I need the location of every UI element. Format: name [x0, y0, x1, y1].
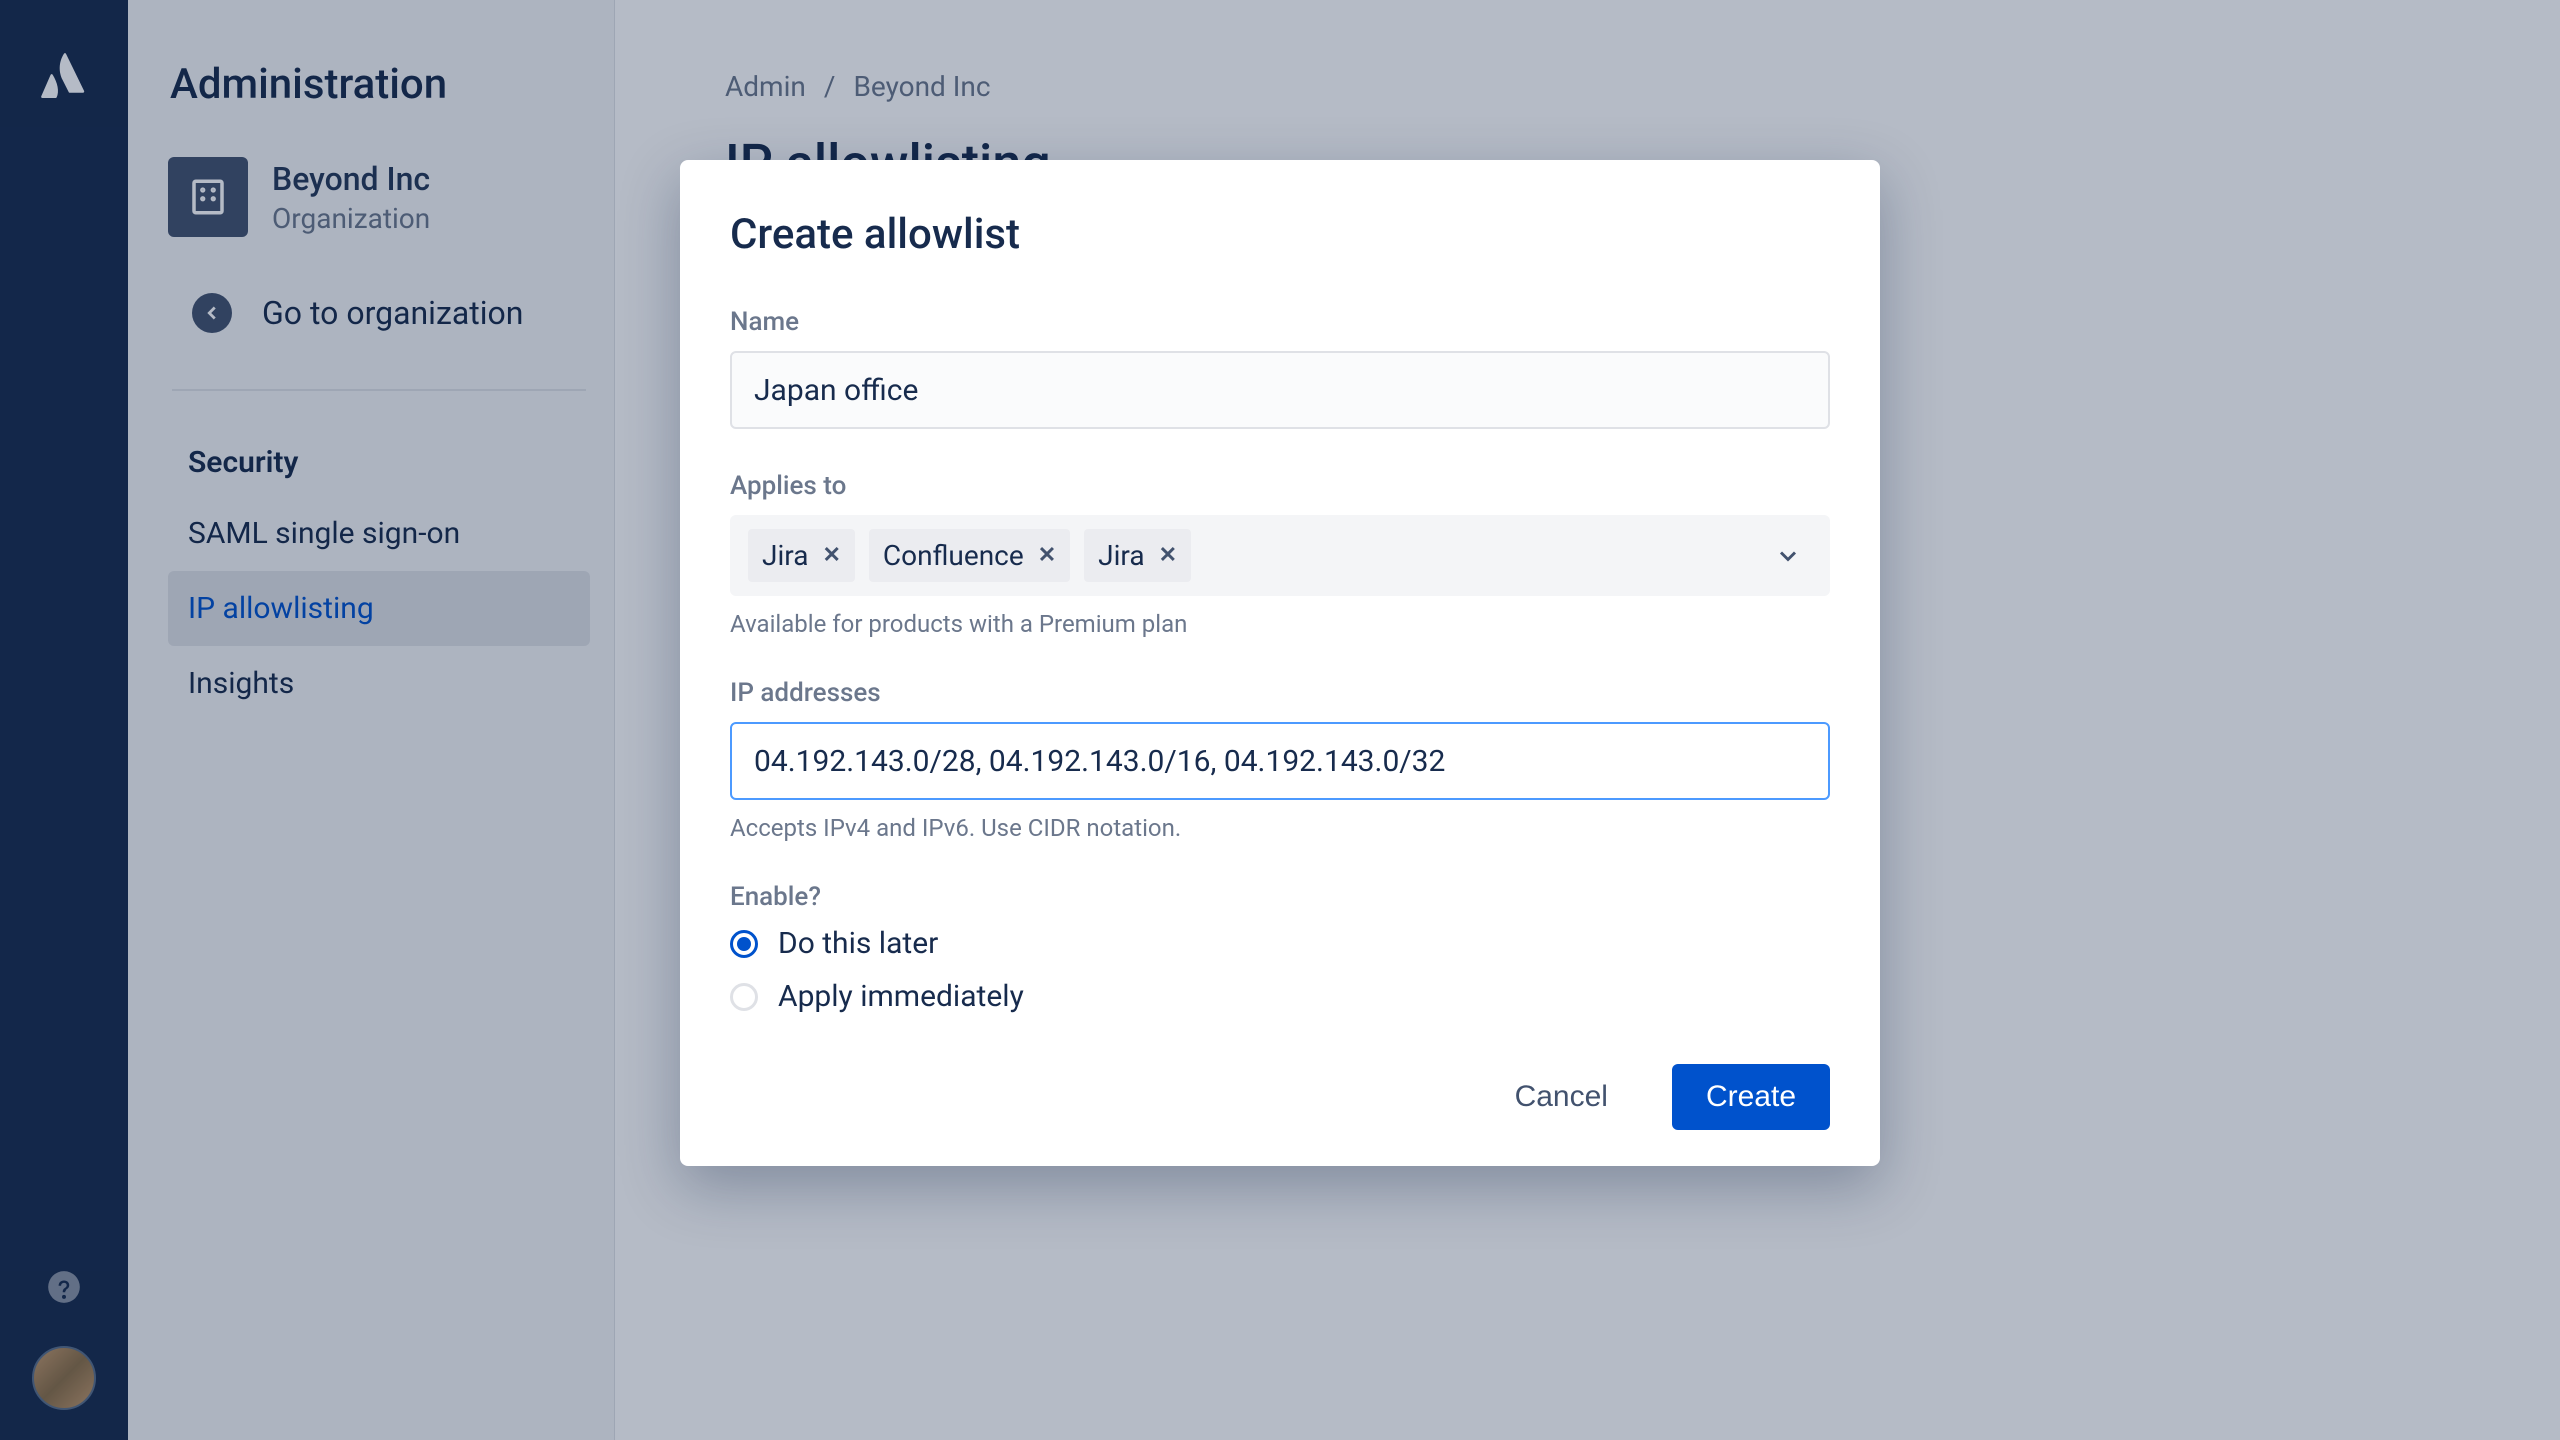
radio-label: Apply immediately [778, 979, 1024, 1014]
remove-chip-icon[interactable]: ✕ [1159, 543, 1177, 568]
radio-apply-immediately[interactable]: Apply immediately [730, 979, 1830, 1014]
chevron-down-icon [1774, 542, 1802, 570]
name-label: Name [730, 307, 1830, 337]
ip-helper: Accepts IPv4 and IPv6. Use CIDR notation… [730, 814, 1830, 842]
chip-confluence: Confluence ✕ [869, 529, 1070, 582]
radio-icon [730, 930, 758, 958]
chip-jira: Jira ✕ [748, 529, 855, 582]
create-allowlist-modal: Create allowlist Name Applies to Jira ✕ … [680, 160, 1880, 1166]
radio-label: Do this later [778, 926, 938, 961]
chip-label: Jira [762, 539, 808, 572]
cancel-button[interactable]: Cancel [1481, 1064, 1642, 1130]
chip-jira-2: Jira ✕ [1084, 529, 1191, 582]
modal-title: Create allowlist [730, 210, 1830, 259]
applies-helper: Available for products with a Premium pl… [730, 610, 1830, 638]
remove-chip-icon[interactable]: ✕ [822, 543, 840, 568]
applies-label: Applies to [730, 471, 1830, 501]
chip-label: Jira [1098, 539, 1144, 572]
ip-input[interactable] [730, 722, 1830, 800]
remove-chip-icon[interactable]: ✕ [1038, 543, 1056, 568]
radio-icon [730, 983, 758, 1011]
create-button[interactable]: Create [1672, 1064, 1830, 1130]
chip-label: Confluence [883, 539, 1024, 572]
radio-do-later[interactable]: Do this later [730, 926, 1830, 961]
applies-to-select[interactable]: Jira ✕ Confluence ✕ Jira ✕ [730, 515, 1830, 596]
ip-label: IP addresses [730, 678, 1830, 708]
modal-footer: Cancel Create [730, 1064, 1830, 1130]
name-input[interactable] [730, 351, 1830, 429]
enable-label: Enable? [730, 882, 1830, 912]
